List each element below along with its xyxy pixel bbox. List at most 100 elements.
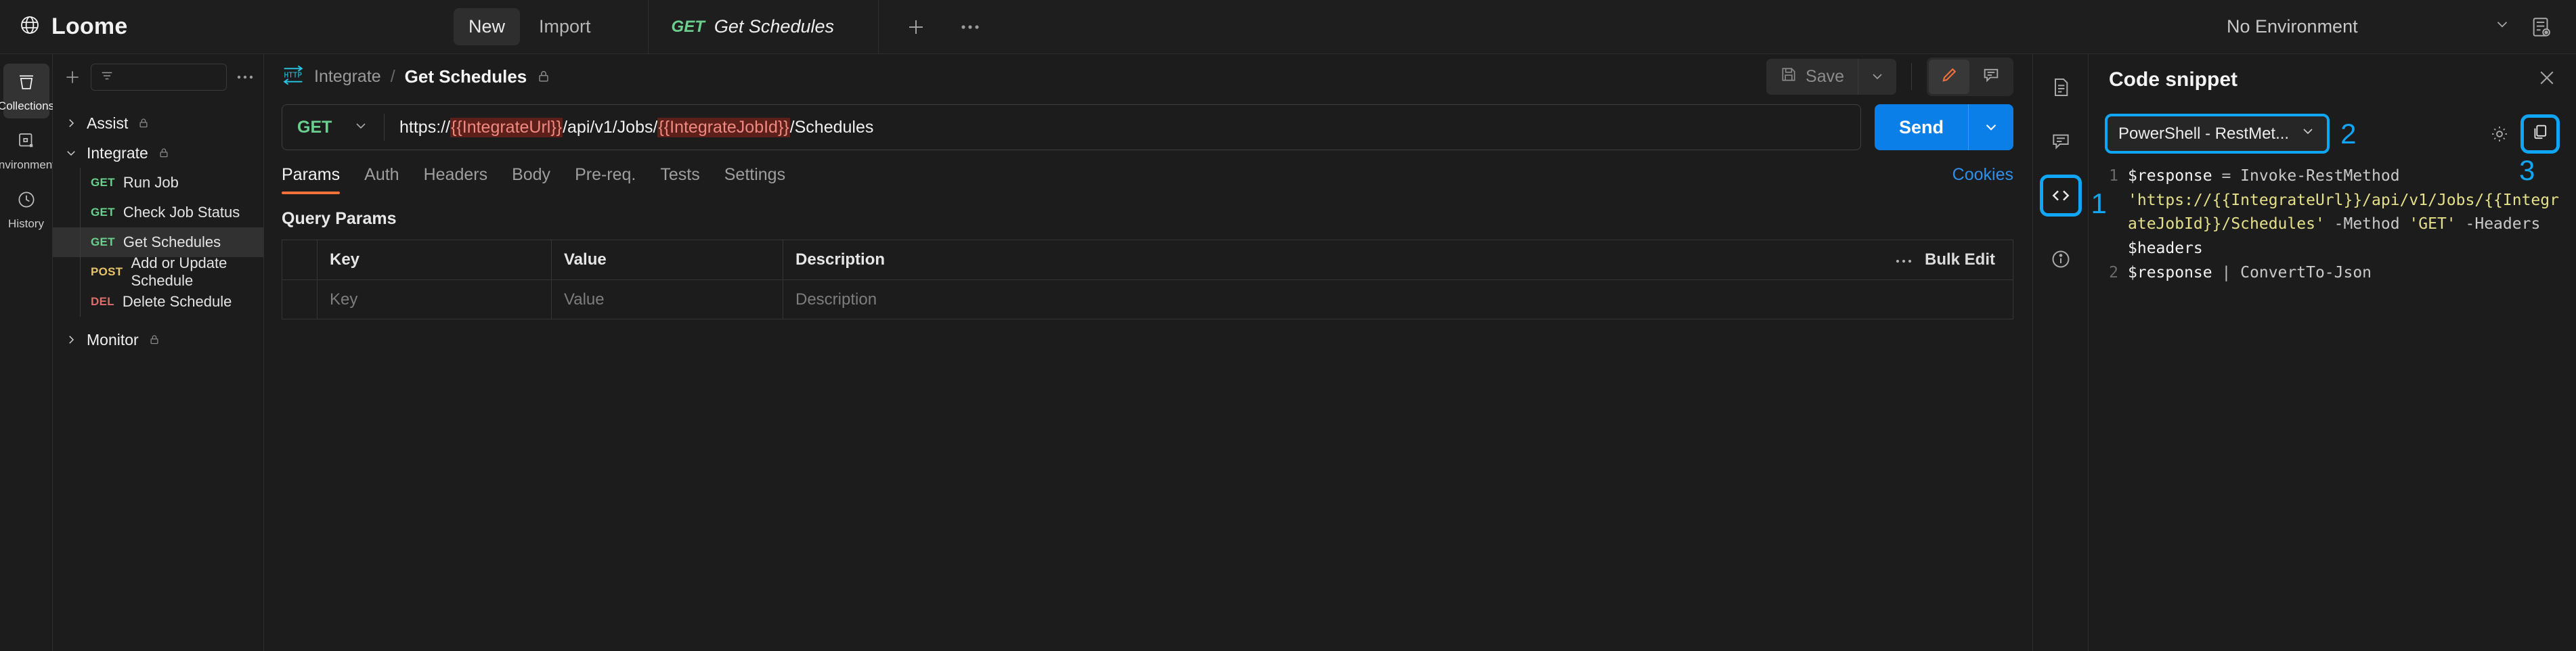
cookies-link[interactable]: Cookies: [1952, 165, 2013, 194]
collections-toolbar: [53, 54, 263, 100]
request-method-badge: GET: [91, 206, 115, 219]
send-button[interactable]: Send: [1875, 104, 1968, 150]
code-snippet-panel: Code snippet PowerShell - RestMet... 2 3…: [2089, 54, 2576, 651]
url-input[interactable]: https://{{IntegrateUrl}}/api/v1/Jobs/{{I…: [385, 117, 1860, 137]
lock-icon: [158, 147, 170, 159]
new-button[interactable]: New: [454, 8, 521, 45]
save-button[interactable]: Save: [1766, 59, 1858, 95]
tab-auth[interactable]: Auth: [352, 165, 411, 194]
divider: [1911, 63, 1912, 90]
save-group: Save: [1766, 58, 1896, 95]
request-method-badge: GET: [91, 235, 115, 248]
tree-request-add-or-update-schedule[interactable]: POST Add or Update Schedule: [53, 254, 263, 289]
brand: Loome: [0, 14, 129, 40]
tab-pre-request[interactable]: Pre-req.: [563, 165, 648, 194]
tab-headers[interactable]: Headers: [412, 165, 500, 194]
code-icon[interactable]: [2039, 175, 2082, 217]
send-caret-button[interactable]: [1968, 104, 2013, 150]
edit-mode-button[interactable]: [1929, 59, 1969, 94]
description-input[interactable]: Description: [783, 280, 2013, 319]
tree-request-get-schedules[interactable]: GET Get Schedules: [53, 227, 263, 257]
environment-select[interactable]: No Environment: [2227, 16, 2511, 38]
comment-icon[interactable]: [2040, 120, 2082, 162]
sidebar-item-environments[interactable]: Environments: [0, 122, 61, 177]
sidebar-item-collections[interactable]: Collections: [0, 64, 54, 118]
document-icon[interactable]: [2040, 66, 2082, 108]
svg-text:HTTP: HTTP: [284, 70, 303, 79]
topbar-actions: New Import: [454, 8, 606, 45]
breadcrumb-separator: /: [390, 66, 395, 86]
sidebar-item-history-label: History: [8, 217, 44, 230]
save-caret-button[interactable]: [1858, 58, 1896, 95]
request-tab-get-schedules[interactable]: GET Get Schedules: [649, 0, 879, 53]
collections-icon: [16, 72, 37, 95]
tab-params[interactable]: Params: [282, 165, 352, 194]
tree-request-label: Get Schedules: [123, 233, 221, 250]
annotation-marker-3: 3: [2519, 154, 2535, 186]
method-select[interactable]: GET: [282, 118, 384, 137]
code-text: $response | ConvertTo-Json: [2128, 263, 2372, 282]
right-icon-strip: 1: [2033, 54, 2107, 651]
code-snippet-content[interactable]: 1 $response = Invoke-RestMethod 'https:/…: [2105, 164, 2560, 651]
ellipsis-icon[interactable]: [236, 74, 254, 81]
search-input[interactable]: [91, 64, 227, 91]
tree-folder-monitor[interactable]: Monitor: [53, 325, 263, 355]
language-value: PowerShell - RestMet...: [2118, 124, 2290, 143]
tree-request-run-job[interactable]: GET Run Job: [53, 168, 263, 198]
sidebar-item-history[interactable]: History: [3, 181, 49, 236]
row-checkbox-cell[interactable]: [282, 280, 318, 319]
tab-tools: [879, 0, 1007, 53]
breadcrumb-parent[interactable]: Integrate: [314, 67, 381, 87]
top-bar: Loome New Import GET Get Schedules No En…: [0, 0, 2576, 54]
plus-icon[interactable]: [64, 68, 81, 86]
environment-preview-icon[interactable]: [2530, 16, 2553, 39]
filter-icon: [100, 68, 114, 87]
history-icon: [16, 189, 37, 213]
collections-tree: Assist Integrate GET Run Job GET Check J…: [53, 100, 263, 355]
ellipsis-icon[interactable]: [960, 23, 980, 31]
app-window: Loome New Import GET Get Schedules No En…: [0, 0, 2576, 651]
comment-mode-button[interactable]: [1971, 60, 2011, 94]
value-input[interactable]: Value: [552, 280, 783, 319]
line-number: 1: [2109, 167, 2118, 185]
url-bar: GET https://{{IntegrateUrl}}/api/v1/Jobs…: [282, 104, 1861, 150]
http-icon: HTTP: [282, 64, 305, 89]
ellipsis-icon[interactable]: [1895, 250, 1913, 269]
key-input[interactable]: Key: [318, 280, 552, 319]
tab-method-label: GET: [671, 17, 705, 36]
method-value: GET: [297, 117, 332, 137]
tree-request-delete-schedule[interactable]: DEL Delete Schedule: [53, 287, 263, 317]
bulk-edit-button[interactable]: Bulk Edit: [1925, 250, 1995, 269]
gear-icon[interactable]: [2489, 124, 2510, 144]
code-panel-controls: PowerShell - RestMet... 2 3: [2089, 106, 2576, 184]
tree-request-check-job-status[interactable]: GET Check Job Status: [53, 198, 263, 227]
query-params-title: Query Params: [282, 209, 397, 228]
copy-button[interactable]: [2520, 114, 2560, 154]
tree-folder-integrate[interactable]: Integrate: [53, 138, 263, 168]
url-part-2: /api/v1/Jobs/: [563, 117, 658, 137]
import-button[interactable]: Import: [524, 8, 606, 45]
request-pane: HTTP Integrate / Get Schedules Save GET …: [264, 54, 2033, 651]
copy-icon: [2531, 122, 2550, 145]
chevron-down-icon: [2493, 16, 2511, 38]
pencil-icon: [1940, 66, 1959, 88]
tree-folder-assist[interactable]: Assist: [53, 108, 263, 138]
request-method-badge: GET: [91, 176, 115, 189]
sidebar-item-environments-label: Environments: [0, 158, 62, 171]
language-select[interactable]: PowerShell - RestMet...: [2105, 114, 2330, 154]
plus-icon[interactable]: [906, 17, 926, 37]
tab-strip: GET Get Schedules No Environment: [647, 0, 2576, 53]
tree-request-label: Delete Schedule: [122, 293, 232, 310]
chevron-down-icon: [2300, 123, 2316, 144]
info-icon[interactable]: [2040, 238, 2082, 280]
lock-icon: [148, 334, 160, 346]
annotation-marker-2: 2: [2340, 117, 2357, 150]
tab-body[interactable]: Body: [500, 165, 563, 194]
comment-icon: [1982, 66, 2001, 88]
chevron-right-icon: [65, 334, 77, 346]
close-icon[interactable]: [2537, 68, 2557, 92]
collections-panel: Assist Integrate GET Run Job GET Check J…: [53, 54, 264, 651]
tree-request-label: Run Job: [123, 174, 179, 191]
tab-settings[interactable]: Settings: [712, 165, 798, 194]
tab-tests[interactable]: Tests: [648, 165, 712, 194]
